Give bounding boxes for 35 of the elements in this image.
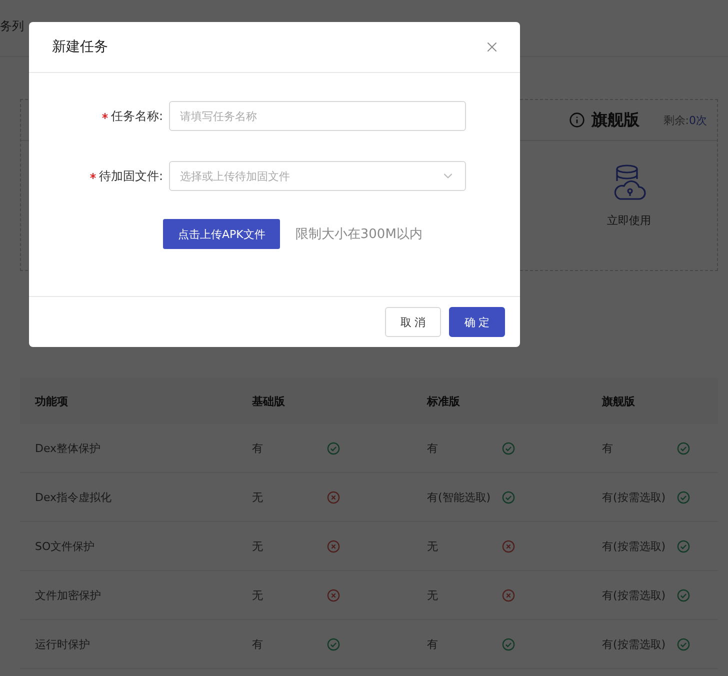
- plan-cell-text: 无: [252, 588, 264, 602]
- field-label: 待加固文件:: [98, 168, 163, 184]
- plan-cell-text: 有(按需选取): [602, 490, 667, 504]
- plan-cell-text: 有(按需选取): [602, 636, 667, 652]
- upload-button[interactable]: 点击上传APK文件: [163, 219, 280, 249]
- plan-cell-text: 无: [252, 538, 264, 554]
- column-header: 旗舰版: [602, 394, 636, 408]
- plan-cell-text: 有(智能选取): [427, 490, 492, 504]
- plan-cell-text: 有: [252, 440, 264, 456]
- feature-cell-text: Dex整体保护: [35, 440, 102, 456]
- plan-name: 旗舰版: [591, 110, 640, 130]
- feature-cell-text: 运行时保护: [35, 636, 91, 652]
- dialog-title: 新建任务: [52, 38, 108, 56]
- plan-cell-text: 有: [602, 440, 614, 456]
- plan-cell-text: 有: [252, 636, 264, 652]
- feature-cell-text: SO文件保护: [35, 538, 96, 554]
- info-icon: [569, 112, 586, 128]
- field-label: 任务名称:: [110, 108, 163, 124]
- confirm-button[interactable]: 确 定: [449, 307, 505, 337]
- plan-cell-text: 有(按需选取): [602, 538, 667, 554]
- cancel-button[interactable]: 取 消: [385, 307, 441, 337]
- task-name-field[interactable]: 请填写任务名称: [169, 101, 466, 131]
- column-header: 基础版: [252, 394, 286, 408]
- plan-cell-text: 有(按需选取): [602, 588, 667, 602]
- plan-cell-text: 有: [427, 636, 439, 652]
- column-header: 功能项: [35, 394, 69, 408]
- plan-cell-text: 无: [427, 588, 439, 602]
- feature-cell-text: Dex指令虚拟化: [35, 490, 113, 504]
- plan-cell-text: 无: [427, 538, 439, 554]
- column-header: 标准版: [427, 394, 461, 408]
- feature-cell-text: 文件加密保护: [35, 588, 102, 602]
- plan-cell-text: 无: [252, 490, 264, 504]
- plan-cell-text: 有: [427, 440, 439, 456]
- remaining-count: 0次: [689, 112, 707, 128]
- upload-hint: 限制大小在300M以内: [295, 226, 422, 243]
